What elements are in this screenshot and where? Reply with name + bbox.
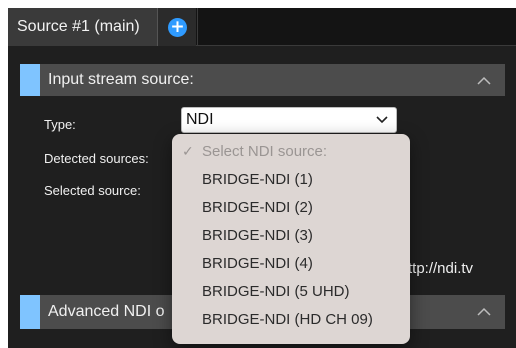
type-select[interactable]: NDI	[181, 107, 397, 133]
dropdown-option[interactable]: BRIDGE-NDI (3)	[172, 222, 410, 250]
ndi-website-link[interactable]: ttp://ndi.tv	[408, 260, 473, 277]
dropdown-option[interactable]: BRIDGE-NDI (4)	[172, 250, 410, 278]
chevron-up-icon[interactable]	[477, 305, 491, 319]
chevron-down-icon	[376, 116, 388, 124]
dropdown-placeholder-option: ✓ Select NDI source:	[172, 138, 410, 166]
selected-source-label: Selected source:	[44, 183, 141, 198]
app-window: Source #1 (main) + Input stream source: …	[8, 8, 516, 348]
dropdown-option[interactable]: BRIDGE-NDI (1)	[172, 166, 410, 194]
tab-source-main[interactable]: Source #1 (main)	[8, 8, 157, 46]
tab-bar: Source #1 (main) +	[8, 8, 516, 46]
tab-divider	[197, 8, 198, 46]
type-label: Type:	[44, 117, 76, 132]
plus-circle-icon: +	[168, 18, 187, 37]
ndi-source-dropdown[interactable]: ✓ Select NDI source: BRIDGE-NDI (1) BRID…	[172, 134, 410, 344]
section-title: Input stream source:	[48, 71, 194, 88]
detected-sources-label: Detected sources:	[44, 151, 149, 166]
dropdown-placeholder-label: Select NDI source:	[202, 143, 328, 160]
checkmark-icon: ✓	[182, 144, 194, 160]
section-title: Advanced NDI o	[48, 303, 165, 320]
section-accent-bar	[20, 295, 40, 329]
add-source-tab-button[interactable]: +	[158, 8, 196, 46]
chevron-up-icon[interactable]	[477, 74, 491, 88]
dropdown-option[interactable]: BRIDGE-NDI (HD CH 09)	[172, 306, 410, 334]
type-select-value: NDI	[186, 111, 214, 128]
dropdown-option[interactable]: BRIDGE-NDI (2)	[172, 194, 410, 222]
dropdown-option[interactable]: BRIDGE-NDI (5 UHD)	[172, 278, 410, 306]
section-accent-bar	[20, 64, 40, 96]
input-stream-section-header[interactable]: Input stream source:	[20, 64, 505, 96]
